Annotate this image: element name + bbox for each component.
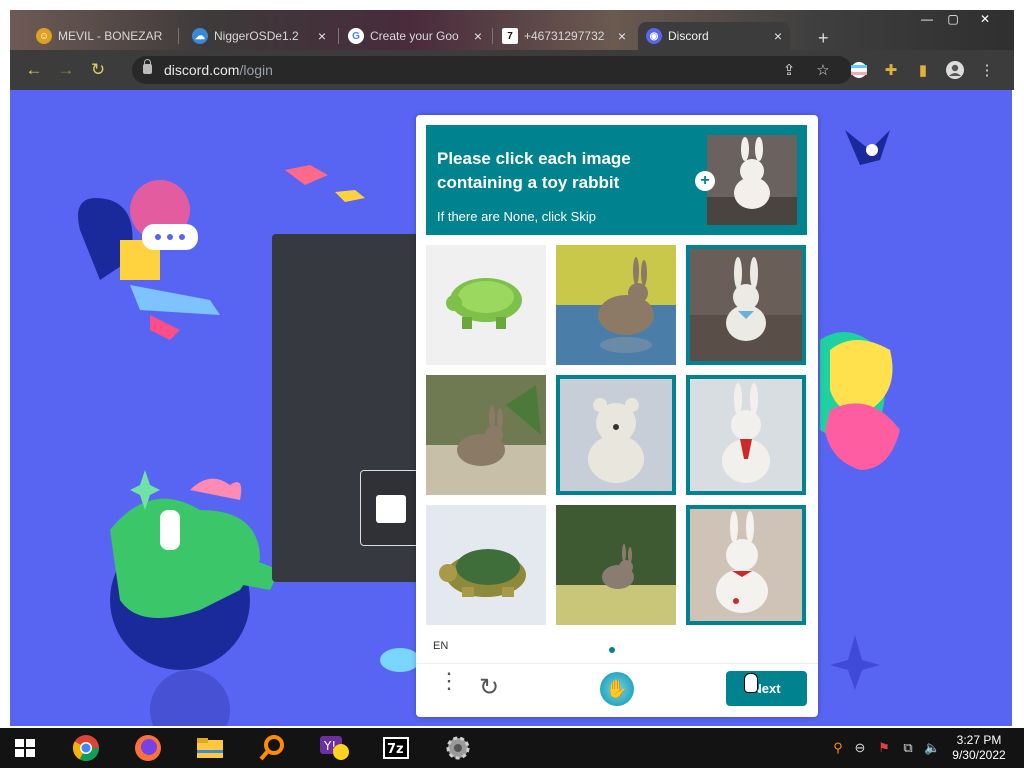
tab-label: NiggerOSDe1.2 [214,29,299,43]
captcha-tile-4[interactable] [426,375,546,495]
browser-tab-2[interactable]: ☁ NiggerOSDe1.2 × [184,22,334,50]
system-clock[interactable]: 3:27 PM 9/30/2022 [944,733,1014,763]
captcha-tile-8[interactable] [556,505,676,625]
captcha-tile-9[interactable] [686,505,806,625]
flag-tray-icon[interactable]: ⚑ [876,740,892,756]
network-tray-icon[interactable]: ⧉ [900,740,916,756]
profile-flag-icon[interactable] [850,61,868,79]
clock-time: 3:27 PM [956,733,1002,747]
captcha-challenge: Please click each image containing a toy… [416,115,818,717]
cloud-icon: ☁ [192,28,208,44]
svg-text:7z: 7z [387,742,404,757]
maximize-button[interactable]: ▢ [942,12,964,26]
captcha-tile-2[interactable] [556,245,676,365]
url-text: discord.com/login [164,62,273,78]
captcha-tile-1[interactable] [426,245,546,365]
browser-tabstrip: ☺ MEVIL - BONEZAR ☁ NiggerOSDe1.2 × G Cr… [10,10,1014,50]
plus-icon[interactable]: + [695,171,715,191]
side-panel-icon[interactable]: ▮ [914,61,932,79]
captcha-tile-3[interactable] [686,245,806,365]
minimize-button[interactable]: — [916,12,938,26]
more-options-icon[interactable]: ⋮ [438,670,460,702]
clock-date: 9/30/2022 [952,748,1006,762]
browser-toolbar: ← → ↻ discord.com/login ⇪ ☆ ✚ ▮ ⋮ [10,50,1014,90]
captcha-tile-5[interactable] [556,375,676,495]
browser-tab-1[interactable]: ☺ MEVIL - BONEZAR [28,22,178,50]
chrome-icon[interactable] [70,732,102,764]
7zip-icon[interactable]: 7z [380,732,412,764]
close-tab-icon[interactable]: × [618,28,626,44]
search-magnifier-icon[interactable] [256,732,288,764]
tab-label: Discord [668,29,709,43]
tab-label: Create your Goo [370,29,459,43]
captcha-prompt: Please click each image containing a toy… [426,125,807,235]
next-button[interactable]: Next [726,671,807,706]
browser-tab-4[interactable]: 7 +46731297732 × [494,22,634,50]
captcha-tile-7[interactable] [426,505,546,625]
browser-tab-discord[interactable]: ◉ Discord × [638,22,790,50]
discord-icon: ◉ [646,28,662,44]
browser-menu-icon[interactable]: ⋮ [978,61,996,79]
bonezar-icon: ☺ [36,28,52,44]
extensions-puzzle-icon[interactable]: ✚ [882,61,900,79]
forward-arrow-icon[interactable]: → [56,60,76,80]
minus-circle-tray-icon[interactable]: ⊖ [852,740,868,756]
hcaptcha-logo-icon[interactable]: ✋ [600,672,634,706]
mouse-pointer-icon [744,673,758,693]
volume-tray-icon[interactable]: 🔈 [924,740,940,756]
address-bar[interactable]: discord.com/login ⇪ ☆ [132,56,852,84]
share-icon[interactable]: ⇪ [780,61,798,79]
settings-gear-icon[interactable] [442,732,474,764]
google-icon: G [348,28,364,44]
account-avatar-icon[interactable] [946,61,964,79]
reload-icon[interactable]: ↻ [88,60,108,80]
close-tab-icon[interactable]: × [474,28,482,44]
language-selector[interactable]: EN [433,640,448,652]
tab-label: +46731297732 [524,29,605,43]
browser-tab-3[interactable]: G Create your Goo × [340,22,490,50]
search-tray-icon[interactable]: ⚲ [830,740,846,756]
bookmark-star-icon[interactable]: ☆ [814,61,832,79]
yahoo-messenger-icon[interactable]: Y! [318,732,350,764]
example-image [707,135,797,225]
new-tab-button[interactable]: + [818,28,829,49]
tab-label: MEVIL - BONEZAR [58,29,163,43]
back-arrow-icon[interactable]: ← [24,60,44,80]
firefox-icon[interactable] [132,732,164,764]
close-tab-icon[interactable]: × [318,28,326,44]
windows-taskbar: Y! 7z ⚲ ⊖ ⚑ ⧉ 🔈 3:27 PM 9/30/2022 [0,728,1024,768]
page-indicator-dot [609,647,615,653]
prompt-title: Please click each image containing a toy… [437,149,631,192]
windows-start-icon[interactable] [15,739,35,757]
close-tab-icon[interactable]: × [774,28,782,44]
prompt-subtitle: If there are None, click Skip [437,209,596,224]
seven-icon: 7 [502,28,518,44]
close-window-button[interactable]: ✕ [974,12,996,26]
refresh-challenge-icon[interactable]: ↻ [476,675,502,701]
file-explorer-icon[interactable] [194,732,226,764]
lock-icon [143,59,152,74]
captcha-tile-6[interactable] [686,375,806,495]
